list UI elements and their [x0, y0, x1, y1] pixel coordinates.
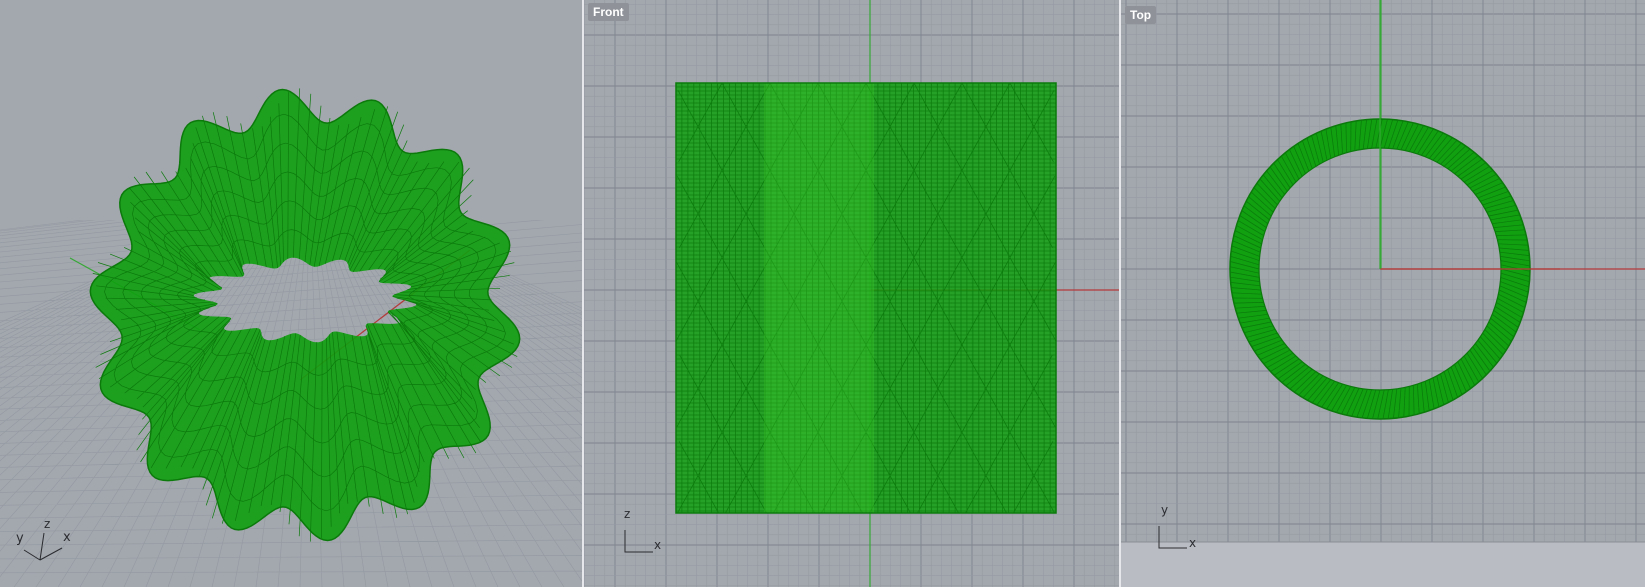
front-canvas[interactable]	[584, 0, 1119, 587]
front-axis-x-label: x	[654, 538, 662, 552]
viewport-title-front[interactable]: Front	[588, 3, 629, 21]
persp-axis-y-label: y	[16, 531, 24, 546]
persp-axis-x-label: x	[63, 530, 71, 545]
top-axis-y-label: y	[1161, 503, 1169, 517]
front-axis-z-label: z	[624, 507, 631, 521]
mesh-highlight	[764, 83, 874, 513]
top-canvas[interactable]	[1121, 0, 1645, 587]
perspective-canvas[interactable]	[0, 0, 582, 587]
top-axis-x-label: x	[1189, 536, 1197, 550]
persp-axis-z-label: z	[44, 517, 51, 531]
front-viewport[interactable]: Front z x	[584, 0, 1119, 587]
viewport-background	[1121, 0, 1645, 587]
viewport-lower-area	[1121, 542, 1645, 587]
viewport-title-top[interactable]: Top	[1125, 6, 1157, 24]
perspective-viewport[interactable]: y z x	[0, 0, 582, 587]
top-viewport[interactable]: Top y x	[1121, 0, 1645, 587]
